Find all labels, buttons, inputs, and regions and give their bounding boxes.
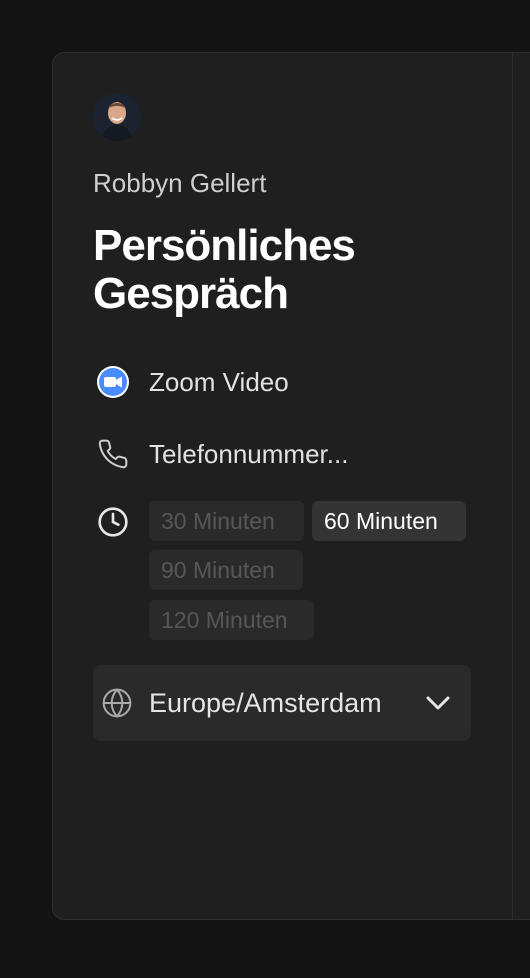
timezone-value: Europe/Amsterdam [149,687,382,718]
timezone-select[interactable]: Europe/Amsterdam [93,665,471,741]
duration-option-30[interactable]: 30 Minuten [149,501,304,541]
location-zoom-label: Zoom Video [149,366,289,397]
duration-option-120[interactable]: 120 Minuten [149,600,314,640]
zoom-video-icon [93,362,133,402]
duration-option-60[interactable]: 60 Minuten [312,501,466,541]
globe-icon [101,687,133,719]
event-title: Persönliches Gespräch [93,221,356,318]
chevron-down-icon[interactable] [423,691,453,715]
host-avatar [93,93,141,141]
phone-icon [93,434,133,474]
location-zoom: Zoom Video [93,362,289,402]
duration-option-90[interactable]: 90 Minuten [149,550,303,590]
location-phone-label: Telefonnummer... [149,438,349,469]
panel-divider [512,53,513,919]
host-name: Robbyn Gellert [93,168,267,198]
location-phone: Telefonnummer... [93,434,348,474]
clock-icon [93,502,133,542]
